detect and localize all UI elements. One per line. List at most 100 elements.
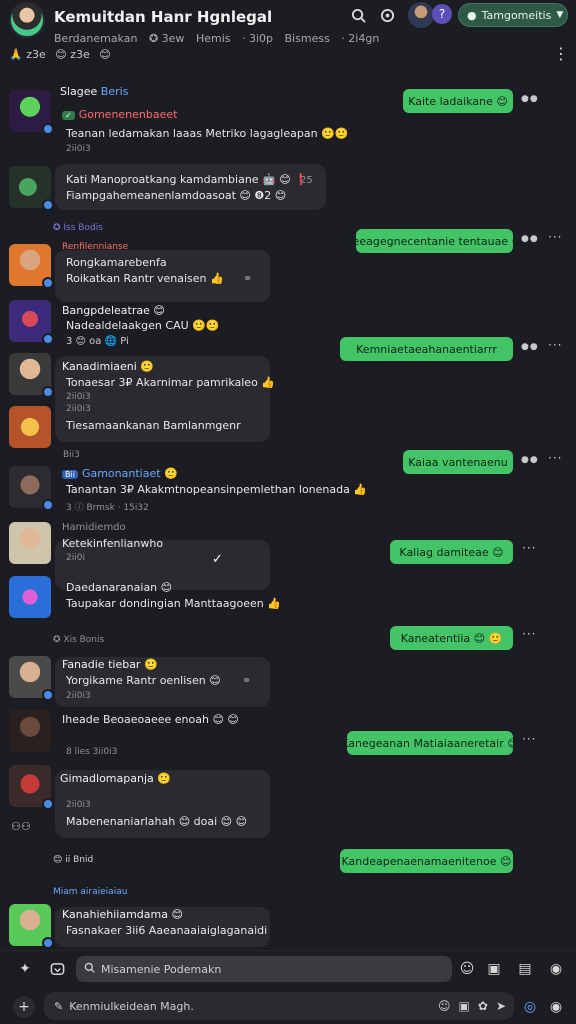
message-text: Mabenenaniarlahah 😊 doai 😊 😊: [66, 815, 248, 828]
message-text: Tonaesar 3₽ Akarnimar pamrikaleo 👍: [66, 376, 275, 389]
author-name[interactable]: Bangpdeleatrae 😊: [62, 304, 165, 317]
author-name[interactable]: Kanahiehiiamdama 😊: [62, 908, 183, 921]
gift-icon[interactable]: ✿: [478, 999, 488, 1013]
header-reactions: 🙏 z3e 😊 z3e 😊: [9, 48, 117, 61]
help-icon[interactable]: ?: [432, 4, 452, 24]
author-name[interactable]: Kanadimiaeni 🙂: [62, 360, 154, 373]
day-separator: Miam airaieiaiau: [53, 887, 128, 897]
avatar[interactable]: [9, 353, 54, 398]
more-horiz-icon[interactable]: ···: [548, 230, 562, 244]
avatar[interactable]: [9, 300, 54, 345]
more-horiz-icon[interactable]: ···: [522, 627, 536, 641]
message-input[interactable]: ✎ Kenmiulkeidean Magh. ☺ ▣ ✿ ➤: [44, 992, 514, 1020]
composer: ✦ Misamenie Podemakn ☺ ▣ ▤ ◉ + ✎ Kenmiul…: [0, 950, 576, 1024]
image-icon[interactable]: ▣: [459, 999, 470, 1013]
chat-icon[interactable]: [47, 959, 67, 979]
avatar[interactable]: [9, 90, 54, 135]
outgoing-message[interactable]: Kaliag damiteae 😊: [390, 540, 513, 564]
author-name[interactable]: Slagee Beris: [60, 85, 128, 98]
link-icon[interactable]: ⚭: [243, 272, 252, 285]
reaction-stack-icon[interactable]: ⚇⚇: [11, 820, 31, 833]
avatar[interactable]: [9, 765, 54, 810]
online-indicator: [42, 333, 54, 345]
message-text: Fasnakaer 3ii6 Aaeanaaiaiglaganaidi: [66, 924, 268, 937]
community-avatar[interactable]: [9, 2, 45, 38]
edit-icon: ✎: [54, 999, 64, 1013]
avatar[interactable]: [9, 466, 54, 511]
outgoing-message[interactable]: Kaiaa vantenaenu: [403, 450, 513, 474]
read-receipt-icon: ●●: [521, 455, 539, 465]
message-text: Ketekinfenlianwho: [62, 537, 164, 550]
outgoing-message[interactable]: Kaneatentiia 😊 🙂: [390, 626, 513, 650]
message-text: Taupakar dondingian Manttaagoeen 👍: [66, 597, 281, 610]
voice-icon[interactable]: ◉: [546, 996, 566, 1018]
outgoing-message[interactable]: Kaite ladaikane 😊: [403, 89, 513, 113]
message-meta: 2ii0i3: [66, 404, 91, 414]
stat-item: · 3i0p: [241, 32, 274, 45]
outgoing-message[interactable]: Kanegeanan Matiaiaaneretair 😊: [341, 731, 519, 755]
refresh-icon[interactable]: [378, 6, 396, 24]
search-icon[interactable]: [349, 6, 367, 24]
activity-icon[interactable]: ◎: [520, 996, 540, 1018]
record-icon[interactable]: ◉: [546, 959, 566, 979]
message-bubble[interactable]: [55, 164, 326, 210]
community-stats: Berdanemakan ✪ 3ew Hemis · 3i0p Bismess …: [54, 32, 387, 45]
message-text: Nadealdelaakgen CAU 🙂🙂: [66, 319, 220, 332]
user-avatar[interactable]: [408, 2, 434, 28]
search-icon: [84, 962, 95, 976]
more-horiz-icon[interactable]: ···: [548, 338, 562, 352]
more-horiz-icon[interactable]: ···: [522, 541, 536, 555]
apps-icon[interactable]: ✦: [15, 959, 35, 979]
outgoing-message[interactable]: Kandeapenaenamaenitenoe 😊: [340, 849, 513, 873]
reaction-chip[interactable]: 🙏 z3e: [9, 48, 46, 61]
avatar[interactable]: [9, 904, 54, 949]
send-icon[interactable]: ➤: [496, 999, 506, 1013]
input-actions: ☺ ▣ ✿ ➤: [438, 992, 506, 1020]
sticker-icon[interactable]: ▣: [484, 959, 504, 979]
community-switcher[interactable]: ● Tamgomeitis ▼: [458, 3, 568, 27]
avatar[interactable]: [9, 710, 51, 752]
author-name[interactable]: Bii Gamonantiaet 🙂: [62, 467, 178, 480]
day-separator: ✪ Iss Bodis: [53, 223, 103, 233]
gif-icon[interactable]: ▤: [515, 959, 535, 979]
avatar[interactable]: [9, 576, 51, 618]
avatar[interactable]: [9, 406, 51, 448]
author-name[interactable]: Fanadie tiebar 🙂: [62, 658, 158, 671]
message-placeholder: Kenmiulkeidean Magh.: [69, 999, 194, 1013]
message-meta: 3 ⓘ Brmsk · 15i32: [66, 503, 149, 513]
more-horiz-icon[interactable]: ···: [522, 732, 536, 746]
author-name[interactable]: Hamidiemdo: [62, 522, 126, 533]
stat-item: ✪ 3ew: [148, 32, 185, 45]
emoji-icon[interactable]: ☺: [438, 999, 451, 1013]
message-text: Fiampgahemeanenlamdoasoat 😊 ❽2 😊: [66, 189, 287, 202]
avatar[interactable]: [9, 166, 54, 211]
reaction-chip[interactable]: 😊: [99, 48, 110, 61]
emoji-icon[interactable]: ☺: [457, 959, 477, 979]
message-text: Rongkamarebenfa: [66, 256, 167, 269]
message-text: Teanan ledamakan laaas Metriko lagagleap…: [66, 127, 349, 140]
message-text: Tanantan 3₽ Akakmtnopeansinpemlethan lon…: [66, 483, 368, 496]
message-text: Daedanaranaian 😊: [66, 581, 173, 594]
avatar[interactable]: [9, 522, 51, 564]
message-list[interactable]: Slagee Beris ✓ Gomenenenbaeet Teanan leda…: [0, 70, 576, 950]
avatar[interactable]: [9, 244, 54, 289]
message-meta: 3 😊 oa 🌐 Pi: [66, 336, 129, 347]
community-pill-icon: ●: [467, 8, 477, 22]
outgoing-message[interactable]: Kemniaetaeahanaentiarrr: [340, 337, 513, 361]
reaction-chip[interactable]: 😊 z3e: [55, 48, 90, 61]
more-horiz-icon[interactable]: ···: [548, 451, 562, 465]
stat-item: · 2i4gn: [341, 32, 380, 45]
online-indicator: [42, 798, 54, 810]
stat-item: Bismess: [284, 32, 330, 45]
outgoing-message[interactable]: Keeagegnecentanie tentauae 😊: [346, 229, 523, 253]
link-icon[interactable]: ⚭: [242, 674, 251, 687]
avatar[interactable]: [9, 656, 54, 701]
more-vert-icon[interactable]: ⋮: [553, 44, 569, 63]
day-separator: 😊 ii Bnid: [53, 855, 94, 865]
author-name[interactable]: Gimadlomapanja 🙂: [60, 772, 171, 785]
message-meta: 2ii0i3: [66, 691, 91, 701]
chevron-down-icon: ▼: [556, 10, 564, 20]
message-meta: 2ii0i3: [66, 144, 91, 154]
add-attachment-icon[interactable]: +: [13, 996, 35, 1018]
search-input[interactable]: Misamenie Podemakn: [76, 956, 452, 982]
